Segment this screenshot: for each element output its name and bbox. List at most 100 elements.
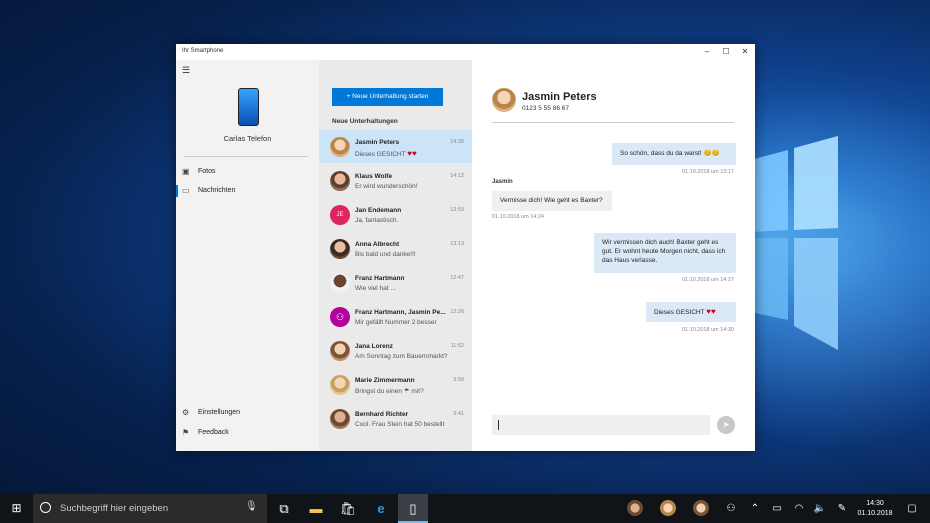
message-time: 14:30 [450,139,464,145]
message-time: 9:59 [453,377,464,383]
message-timestamp: 01.10.2018 um 14:24 [492,214,544,220]
close-button[interactable]: ✕ [736,46,754,58]
outgoing-message: Dieses GESICHT ♥♥ [646,302,736,322]
message-preview: Dieses GESICHT ♥♥ [355,149,417,158]
people-avatar[interactable] [693,500,709,516]
avatar [330,375,350,395]
message-time: 11:52 [450,343,464,349]
avatar [330,273,350,293]
conversation-row[interactable]: Bernhard Richter Cool. Frau Stein hat 50… [319,402,472,435]
conversation-row[interactable]: Anna Albrecht Bis bald und danke!!! 13:1… [319,232,472,265]
your-phone-taskbar-icon[interactable]: ▯ [398,494,428,523]
contact-avatar [492,88,516,112]
feedback-icon: ⚑ [182,428,190,437]
contact-name: Anna Albrecht [355,241,400,248]
contact-name: Franz Hartmann [355,275,405,282]
conversation-list: + Neue Unterhaltung starten Neue Unterha… [319,60,472,451]
nav-item-fotos[interactable]: ▣ Fotos [176,164,319,180]
avatar [330,341,350,361]
divider [492,122,734,123]
file-explorer-icon[interactable]: ▬ [301,494,331,523]
message-timestamp: 01.10.2018 um 14:27 [682,277,734,283]
contact-number: 0123 5 55 86 67 [522,105,569,112]
avatar [330,137,350,157]
chevron-up-icon[interactable]: ⌃ [746,494,764,523]
pen-icon[interactable]: ✎ [833,494,851,523]
avatar [330,409,350,429]
phone-icon [238,88,259,126]
message-time: 14:12 [450,173,464,179]
group-icon: ⚇ [330,307,350,327]
conversation-row[interactable]: JE Jan Endemann Ja, fantastisch. 13:59 [319,198,472,231]
message-preview: Mir gefällt Nummer 2 besser [355,319,437,326]
gear-icon: ⚙ [182,408,190,417]
clock-date: 01.10.2018 [857,510,893,517]
conversation-row[interactable]: Franz Hartmann Wie viel hat ... 12:47 [319,266,472,299]
nav-label: Nachrichten [198,187,236,194]
hamburger-icon[interactable]: ☰ [182,65,190,76]
message-preview: Cool. Frau Stein hat 50 bestellt [355,421,445,428]
photo-icon: ▣ [182,167,190,176]
microphone-icon[interactable]: 🎙 [245,501,258,512]
conversation-row[interactable]: ⚇ Franz Hartmann, Jasmin Pe... Mir gefäl… [319,300,472,333]
minimize-button[interactable]: – [698,46,716,58]
message-preview: Bringst du einen ☂ mit? [355,388,424,395]
incoming-message: Vermisse dich! Wie geht es Baxter? [492,191,612,211]
conversation-row[interactable]: Jasmin Peters Dieses GESICHT ♥♥ 14:30 [319,130,472,163]
message-sender: Jasmin [492,179,513,185]
message-timestamp: 01.10.2018 um 14:30 [682,327,734,333]
nav-item-nachrichten[interactable]: ▭ Nachrichten [176,183,319,199]
avatar: JE [330,205,350,225]
people-avatar[interactable] [660,500,676,516]
people-icon[interactable]: ⚇ [722,494,740,523]
title-bar: Ihr Smartphone – ☐ ✕ [176,44,755,60]
clock[interactable]: 14:30 01.10.2018 [850,499,900,519]
volume-icon[interactable]: 🔈 [811,494,829,523]
battery-icon[interactable]: ▭ [768,494,786,523]
nav-item-einstellungen[interactable]: ⚙ Einstellungen [176,405,319,421]
message-time: 12:26 [450,309,464,315]
cortana-icon [40,502,51,513]
contact-name: Marie Zimmermann [355,377,415,384]
contact-name: Jasmin Peters [355,139,400,146]
wifi-icon[interactable]: ◠ [790,494,808,523]
contact-name: Jasmin Peters [522,91,597,103]
sidebar: ☰ Carlas Telefon ▣ Fotos ▭ Nachrichten ⚙… [176,60,319,451]
store-icon[interactable]: 🛍 [333,494,363,523]
people-avatar[interactable] [627,500,643,516]
window-title: Ihr Smartphone [182,48,224,54]
new-conversation-label: Neue Unterhaltung starten [352,93,429,100]
maximize-button[interactable]: ☐ [717,46,735,58]
send-button[interactable]: ➤ [717,416,735,434]
chat-pane: Jasmin Peters 0123 5 55 86 67 So schön, … [472,60,755,451]
windows-logo-wallpaper [750,136,838,350]
message-timestamp: 01.10.2018 um 13:17 [682,169,734,175]
new-conversation-button[interactable]: + Neue Unterhaltung starten [332,88,443,106]
taskbar: ⊞ Suchbegriff hier eingeben 🎙 ⧉ ▬ 🛍 e ▯ … [0,494,930,523]
notification-icon[interactable]: ▢ [902,494,922,523]
conversation-row[interactable]: Klaus Wolfe Er wird wunderschön! 14:12 [319,164,472,197]
conversation-row[interactable]: Jana Lorenz Am Sonntag zum Bauernmarkt? … [319,334,472,367]
taskbar-search[interactable]: Suchbegriff hier eingeben 🎙 [33,494,267,523]
contact-name: Klaus Wolfe [355,173,393,180]
message-preview: Ja, fantastisch. [355,217,399,224]
nav-item-feedback[interactable]: ⚑ Feedback [176,425,319,441]
message-input[interactable] [492,415,710,435]
heart-icon: ♥♥ [706,307,716,316]
task-view-icon[interactable]: ⧉ [269,494,299,523]
message-time: 9:41 [453,411,464,417]
contact-name: Jana Lorenz [355,343,393,350]
message-preview: Am Sonntag zum Bauernmarkt? [355,353,448,360]
start-button[interactable]: ⊞ [0,494,33,523]
list-header: Neue Unterhaltungen [332,118,398,125]
conversation-row[interactable]: Marie Zimmermann Bringst du einen ☂ mit?… [319,368,472,401]
avatar [330,171,350,191]
outgoing-message: Wir vermissen dich auch! Baxter geht es … [594,233,736,273]
message-time: 13:13 [450,241,464,247]
message-time: 13:59 [450,207,464,213]
message-time: 12:47 [450,275,464,281]
edge-icon[interactable]: e [366,494,396,523]
message-icon: ▭ [182,186,190,195]
contact-name: Bernhard Richter [355,411,409,418]
divider [184,156,308,157]
